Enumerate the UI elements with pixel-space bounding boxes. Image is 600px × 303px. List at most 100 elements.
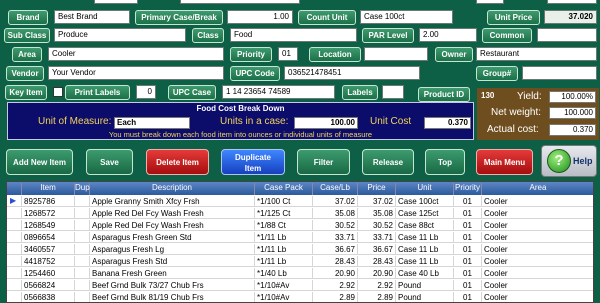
partial-field[interactable] bbox=[94, 0, 138, 4]
case-lb-cell[interactable]: 2.92 bbox=[313, 280, 358, 291]
case-lb-cell[interactable]: 35.08 bbox=[313, 208, 358, 219]
duplicate-item-button[interactable]: Duplicate Item bbox=[221, 149, 285, 175]
header-priority[interactable]: Priority bbox=[454, 183, 482, 195]
area-cell[interactable]: Cooler bbox=[482, 292, 593, 302]
area-cell[interactable]: Cooler bbox=[482, 268, 593, 279]
dup-cell[interactable] bbox=[75, 232, 90, 243]
case-pack-cell[interactable]: *1/11 Lb bbox=[255, 256, 313, 267]
unit-cell[interactable]: Case 11 Lb bbox=[396, 244, 454, 255]
description-cell[interactable]: Beef Grnd Bulk 81/19 Chub Frs bbox=[90, 292, 255, 302]
unit-cell[interactable]: Case 11 Lb bbox=[396, 256, 454, 267]
location-field[interactable] bbox=[364, 47, 428, 61]
item-cell[interactable]: 1268572 bbox=[22, 208, 75, 219]
case-lb-cell[interactable]: 2.89 bbox=[313, 292, 358, 302]
area-cell[interactable]: Cooler bbox=[482, 280, 593, 291]
release-button[interactable]: Release bbox=[362, 149, 414, 175]
priority-cell[interactable]: 01 bbox=[454, 220, 482, 231]
description-cell[interactable]: Asparagus Fresh Green Std bbox=[90, 232, 255, 243]
priority-cell[interactable]: 01 bbox=[454, 292, 482, 302]
header-area[interactable]: Area bbox=[482, 183, 593, 195]
case-pack-cell[interactable]: *1/125 Ct bbox=[255, 208, 313, 219]
top-button[interactable]: Top bbox=[425, 149, 465, 175]
description-cell[interactable]: Apple Red Del Fcy Wash Fresh bbox=[90, 220, 255, 231]
item-cell[interactable]: 3460557 bbox=[22, 244, 75, 255]
par-level-field[interactable]: 2.00 bbox=[419, 28, 477, 42]
case-lb-cell[interactable]: 36.67 bbox=[313, 244, 358, 255]
table-row[interactable]: 1268549 Apple Red Del Fcy Wash Fresh *1/88… bbox=[7, 220, 593, 231]
case-pack-cell[interactable]: *1/11 Lb bbox=[255, 244, 313, 255]
priority-cell[interactable]: 01 bbox=[454, 196, 482, 207]
area-cell[interactable]: Cooler bbox=[482, 208, 593, 219]
class-field[interactable]: Food bbox=[230, 28, 357, 42]
priority-cell[interactable]: 01 bbox=[454, 232, 482, 243]
description-cell[interactable]: Beef Grnd Bulk 73/27 Chub Frs bbox=[90, 280, 255, 291]
priority-cell[interactable]: 01 bbox=[454, 208, 482, 219]
unit-cell[interactable]: Case 125ct bbox=[396, 208, 454, 219]
description-cell[interactable]: Apple Red Del Fcy Wash Fresh bbox=[90, 208, 255, 219]
case-pack-cell[interactable]: *1/88 Ct bbox=[255, 220, 313, 231]
priority-cell[interactable]: 01 bbox=[454, 268, 482, 279]
price-cell[interactable]: 2.92 bbox=[358, 280, 396, 291]
case-lb-cell[interactable]: 28.43 bbox=[313, 256, 358, 267]
unit-cell[interactable]: Case 100ct bbox=[396, 196, 454, 207]
brand-field[interactable]: Best Brand bbox=[54, 10, 130, 24]
dup-cell[interactable] bbox=[75, 256, 90, 267]
partial-field[interactable] bbox=[476, 0, 504, 4]
units-in-case-field[interactable]: 100.00 bbox=[294, 117, 358, 129]
table-row[interactable]: 4418752 Asparagus Fresh Std *1/11 Lb 28.43 2… bbox=[7, 256, 593, 267]
table-row[interactable]: ▶ 8925786 Apple Granny Smith Xfcy Frsh *1/1… bbox=[7, 196, 593, 207]
case-lb-cell[interactable]: 33.71 bbox=[313, 232, 358, 243]
primary-case-field[interactable]: 1.00 bbox=[227, 10, 293, 24]
price-cell[interactable]: 28.43 bbox=[358, 256, 396, 267]
table-row[interactable]: 1268572 Apple Red Del Fcy Wash Fresh *1/12… bbox=[7, 208, 593, 219]
common-field[interactable] bbox=[537, 28, 597, 42]
header-dup[interactable]: Dup bbox=[75, 183, 90, 195]
item-cell[interactable]: 1268549 bbox=[22, 220, 75, 231]
partial-field[interactable] bbox=[547, 0, 597, 4]
unit-cell[interactable]: Case 11 Lb bbox=[396, 232, 454, 243]
case-pack-cell[interactable]: *1/100 Ct bbox=[255, 196, 313, 207]
case-pack-cell[interactable]: *1/10#Av bbox=[255, 292, 313, 302]
vendor-field[interactable]: Your Vendor bbox=[48, 66, 224, 80]
table-row[interactable]: 0566824 Beef Grnd Bulk 73/27 Chub Frs *1/1… bbox=[7, 280, 593, 291]
group-field[interactable] bbox=[522, 66, 597, 80]
area-cell[interactable]: Cooler bbox=[482, 256, 593, 267]
area-cell[interactable]: Cooler bbox=[482, 220, 593, 231]
price-cell[interactable]: 20.90 bbox=[358, 268, 396, 279]
print-labels-field[interactable]: 0 bbox=[136, 85, 156, 99]
net-weight-field[interactable]: 100.000 bbox=[549, 107, 596, 119]
row-selector[interactable] bbox=[7, 280, 22, 291]
item-cell[interactable]: 0566824 bbox=[22, 280, 75, 291]
priority-cell[interactable]: 01 bbox=[454, 280, 482, 291]
add-new-item-button[interactable]: Add New Item bbox=[6, 149, 73, 175]
header-unit[interactable]: Unit bbox=[396, 183, 454, 195]
item-cell[interactable]: 1254460 bbox=[22, 268, 75, 279]
header-item[interactable]: Item bbox=[22, 183, 75, 195]
row-selector[interactable] bbox=[7, 268, 22, 279]
table-row[interactable]: 3460557 Asparagus Fresh Lg *1/11 Lb 36.67 36… bbox=[7, 244, 593, 255]
price-cell[interactable]: 36.67 bbox=[358, 244, 396, 255]
unit-price-field[interactable]: 37.020 bbox=[544, 10, 597, 24]
table-row[interactable]: 0566838 Beef Grnd Bulk 81/19 Chub Frs *1/1… bbox=[7, 292, 593, 302]
table-row[interactable]: 1254460 Banana Fresh Green *1/40 Lb 20.90 20… bbox=[7, 268, 593, 279]
table-row[interactable]: 0896654 Asparagus Fresh Green Std *1/11 Lb… bbox=[7, 232, 593, 243]
item-cell[interactable]: 0566838 bbox=[22, 292, 75, 302]
item-cell[interactable]: 0896654 bbox=[22, 232, 75, 243]
case-lb-cell[interactable]: 37.02 bbox=[313, 196, 358, 207]
price-cell[interactable]: 37.02 bbox=[358, 196, 396, 207]
header-case-pack[interactable]: Case Pack bbox=[255, 183, 313, 195]
area-cell[interactable]: Cooler bbox=[482, 244, 593, 255]
row-selector[interactable] bbox=[7, 292, 22, 302]
row-selector[interactable] bbox=[7, 208, 22, 219]
price-cell[interactable]: 35.08 bbox=[358, 208, 396, 219]
item-cell[interactable]: 8925786 bbox=[22, 196, 75, 207]
area-field[interactable]: Cooler bbox=[48, 47, 224, 61]
dup-cell[interactable] bbox=[75, 196, 90, 207]
filter-button[interactable]: Filter bbox=[297, 149, 350, 175]
upc-case-field[interactable]: 1 14 23654 74589 bbox=[222, 85, 335, 99]
description-cell[interactable]: Asparagus Fresh Std bbox=[90, 256, 255, 267]
save-button[interactable]: Save bbox=[86, 149, 133, 175]
unit-cell[interactable]: Pound bbox=[396, 292, 454, 302]
priority-cell[interactable]: 01 bbox=[454, 244, 482, 255]
area-cell[interactable]: Cooler bbox=[482, 196, 593, 207]
